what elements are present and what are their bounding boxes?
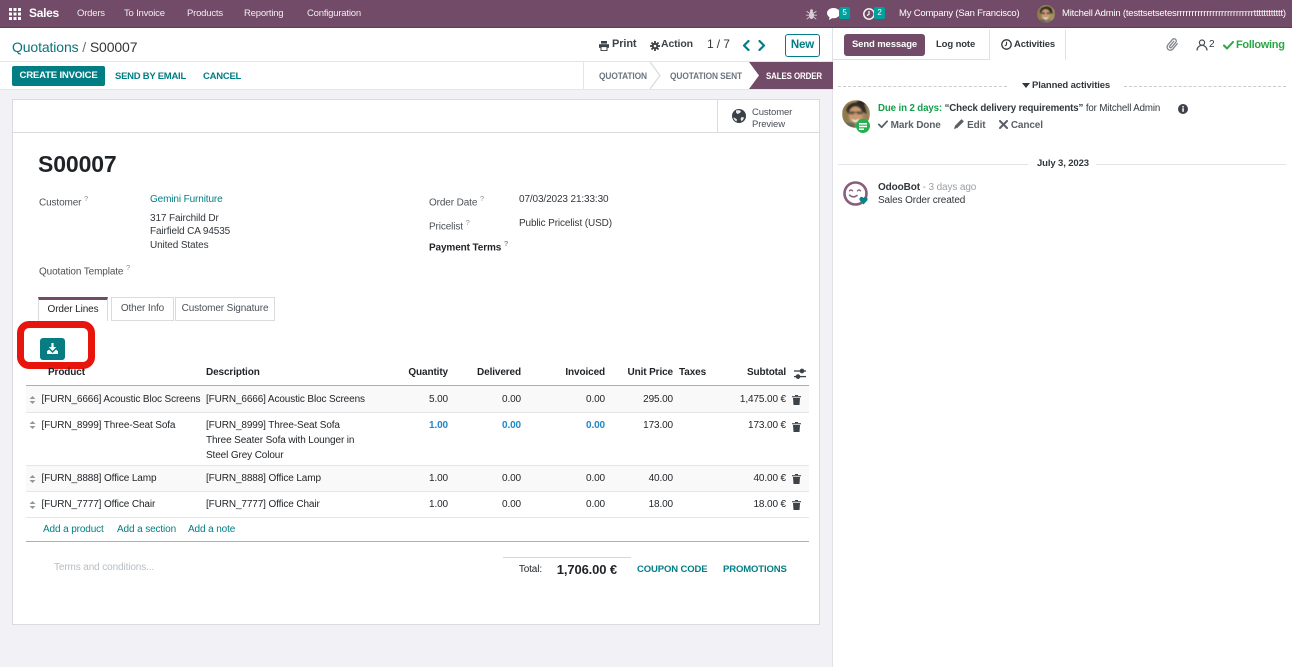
svg-text:QUOTATION: QUOTATION bbox=[599, 71, 647, 82]
svg-text:QUOTATION SENT: QUOTATION SENT bbox=[670, 71, 742, 82]
svg-text:SALES ORDER: SALES ORDER bbox=[766, 71, 822, 82]
